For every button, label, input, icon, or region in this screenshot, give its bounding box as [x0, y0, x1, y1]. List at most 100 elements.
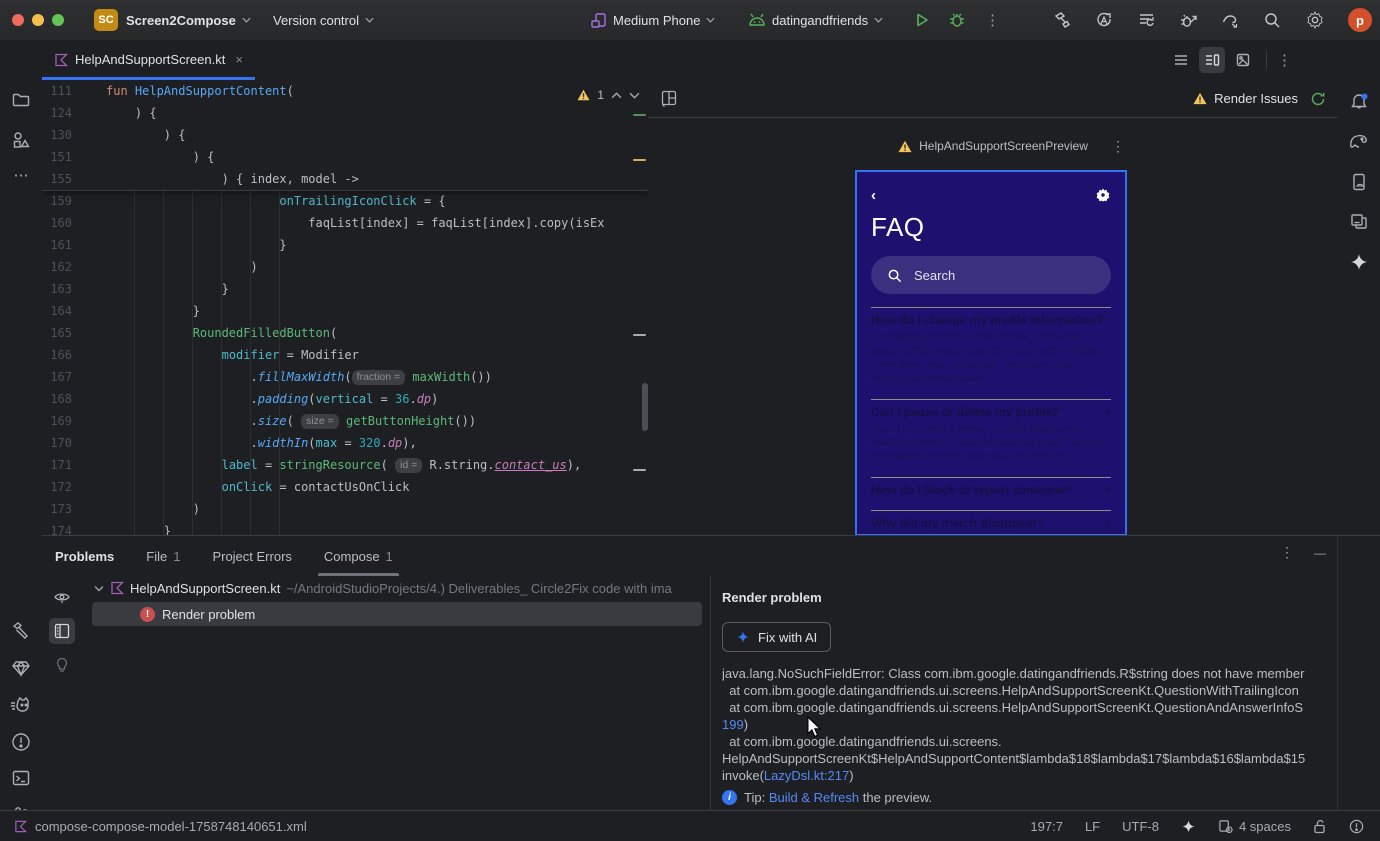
build-icon[interactable]: [1053, 11, 1072, 30]
todo-list-icon[interactable]: [1137, 11, 1156, 30]
stripe-mark[interactable]: [633, 469, 646, 471]
code-line[interactable]: 168 .padding(vertical = 36.dp): [42, 388, 648, 410]
code-line[interactable]: 170 .widthIn(max = 320.dp),: [42, 432, 648, 454]
debug-button[interactable]: [948, 0, 966, 40]
status-file[interactable]: compose-compose-model-1758748140651.xml: [14, 819, 307, 834]
gemini-tool-button[interactable]: [1338, 252, 1380, 272]
code-line[interactable]: 173): [42, 498, 648, 520]
stack-trace-link[interactable]: 199: [722, 717, 744, 732]
project-selector[interactable]: Screen2Compose: [126, 0, 251, 40]
code-line[interactable]: 169 .size( size = getButtonHeight()): [42, 410, 648, 432]
editor-options-button[interactable]: ⋮: [1277, 51, 1292, 69]
code-line[interactable]: 174}: [42, 520, 648, 535]
window-zoom-button[interactable]: [52, 14, 64, 26]
preview-layout-icon[interactable]: [660, 89, 678, 107]
settings-gear-icon[interactable]: [1095, 187, 1111, 203]
layers-tool-button[interactable]: [1338, 212, 1380, 232]
code-line[interactable]: 160 faqList[index] = faqList[index].copy(…: [42, 212, 648, 234]
error-analysis-icon[interactable]: [1349, 819, 1364, 834]
tab-problems[interactable]: Problems: [55, 536, 114, 576]
code-line[interactable]: 111 fun HelpAndSupportContent(: [42, 80, 648, 102]
build-tool-button[interactable]: [0, 620, 42, 640]
tab-file[interactable]: File 1: [146, 536, 180, 576]
window-minimize-button[interactable]: [32, 14, 44, 26]
resource-manager-tool-button[interactable]: [0, 130, 42, 150]
project-tool-button[interactable]: [0, 90, 42, 110]
refresh-icon[interactable]: [1310, 91, 1326, 107]
run-configuration-selector[interactable]: datingandfriends: [748, 0, 883, 40]
code-line[interactable]: 165 RoundedFilledButton(: [42, 322, 648, 344]
code-line[interactable]: 151) {: [42, 146, 648, 168]
stripe-mark-warning[interactable]: [633, 159, 646, 161]
preview-card-menu-button[interactable]: ⋮: [1111, 138, 1125, 155]
render-problem-row[interactable]: ! Render problem: [92, 602, 702, 626]
user-avatar[interactable]: p: [1348, 8, 1372, 32]
code-line[interactable]: 171 label = stringResource( id = R.string…: [42, 454, 648, 476]
window-close-button[interactable]: [12, 14, 24, 26]
more-tool-windows-button[interactable]: ⋯: [0, 166, 42, 184]
code-line[interactable]: 124) {: [42, 102, 648, 124]
attach-debugger-icon[interactable]: [1179, 11, 1198, 30]
terminal-tool-button[interactable]: [0, 768, 42, 788]
ai-actions-icon[interactable]: [1095, 11, 1114, 30]
editor-scrollbar[interactable]: [642, 383, 648, 431]
faq-item[interactable]: Can I pause or delete my profile? ∧ Yes. I…: [871, 405, 1111, 464]
app-quality-insights-tool-button[interactable]: [0, 658, 42, 678]
inspection-widget[interactable]: 1: [577, 84, 640, 106]
code-line[interactable]: 155) { index, model ->: [42, 168, 648, 190]
line-separator[interactable]: LF: [1085, 819, 1100, 834]
prev-problem-icon[interactable]: [611, 91, 622, 99]
profiler-icon[interactable]: [1221, 11, 1240, 30]
stack-trace-link[interactable]: LazyDsl.kt:217: [764, 768, 849, 783]
ai-assistant-status-icon[interactable]: [1181, 819, 1196, 834]
unlocked-icon[interactable]: [1313, 819, 1327, 834]
stripe-mark-green[interactable]: [633, 114, 646, 116]
search-everywhere-icon[interactable]: [1263, 11, 1282, 30]
code-line[interactable]: 159 onTrailingIconClick = {: [42, 190, 648, 212]
device-manager-button[interactable]: [1338, 172, 1380, 192]
run-more-actions-button[interactable]: ⋮: [985, 0, 1000, 40]
code-lines[interactable]: 159 onTrailingIconClick = {160 faqList[ind…: [42, 190, 648, 535]
split-view-button[interactable]: [1199, 47, 1225, 73]
code-editor[interactable]: 111 fun HelpAndSupportContent(124) {130) …: [42, 80, 649, 535]
faq-item[interactable]: How do I change my profile information? −…: [871, 313, 1111, 386]
code-line[interactable]: 167 .fillMaxWidth(fraction = maxWidth()): [42, 366, 648, 388]
code-line[interactable]: 130) {: [42, 124, 648, 146]
next-problem-icon[interactable]: [629, 92, 640, 99]
indent-config[interactable]: 4 spaces: [1218, 819, 1291, 834]
faq-item[interactable]: How do I block or report someone? ∨: [871, 483, 1111, 497]
problems-file-row[interactable]: HelpAndSupportScreen.kt ~/AndroidStudioP…: [82, 576, 710, 600]
code-line[interactable]: 164}: [42, 300, 648, 322]
tab-helpandsupportscreen[interactable]: HelpAndSupportScreen.kt ×: [42, 40, 255, 80]
logcat-tool-button[interactable]: [0, 695, 42, 715]
build-refresh-link[interactable]: Build & Refresh: [769, 790, 859, 805]
preview-card-label[interactable]: HelpAndSupportScreenPreview: [648, 139, 1338, 153]
tab-close-icon[interactable]: ×: [235, 52, 243, 67]
quickfix-bulb-button[interactable]: [49, 652, 75, 678]
panel-options-button[interactable]: ⋮: [1280, 544, 1294, 561]
problems-tool-button[interactable]: [0, 732, 42, 752]
vcs-widget[interactable]: Version control: [273, 0, 374, 40]
preview-eye-button[interactable]: [49, 584, 75, 610]
gradle-tool-button[interactable]: [1338, 132, 1380, 150]
code-line[interactable]: 162): [42, 256, 648, 278]
sticky-context-lines[interactable]: 111 fun HelpAndSupportContent(124) {130) …: [42, 80, 648, 191]
faq-item[interactable]: Why did my match disappear? ∨: [871, 516, 1111, 530]
file-encoding[interactable]: UTF-8: [1122, 819, 1159, 834]
code-view-button[interactable]: [1168, 47, 1194, 73]
settings-gear-icon[interactable]: [1305, 10, 1325, 30]
panel-minimize-button[interactable]: —: [1314, 546, 1326, 560]
faq-search-field[interactable]: Search: [871, 256, 1111, 294]
tab-project-errors[interactable]: Project Errors: [212, 536, 291, 576]
code-line[interactable]: 172 onClick = contactUsOnClick: [42, 476, 648, 498]
preview-device-frame[interactable]: ‹ FAQ Search How do I change my profile …: [855, 170, 1127, 535]
open-details-button[interactable]: [49, 618, 75, 644]
fix-with-ai-button[interactable]: Fix with AI: [722, 622, 832, 652]
back-chevron-icon[interactable]: ‹: [871, 187, 876, 204]
stripe-mark[interactable]: [633, 334, 646, 336]
code-line[interactable]: 161}: [42, 234, 648, 256]
design-view-button[interactable]: [1230, 47, 1256, 73]
code-line[interactable]: 166modifier = Modifier: [42, 344, 648, 366]
run-button[interactable]: [913, 0, 931, 40]
code-line[interactable]: 163}: [42, 278, 648, 300]
